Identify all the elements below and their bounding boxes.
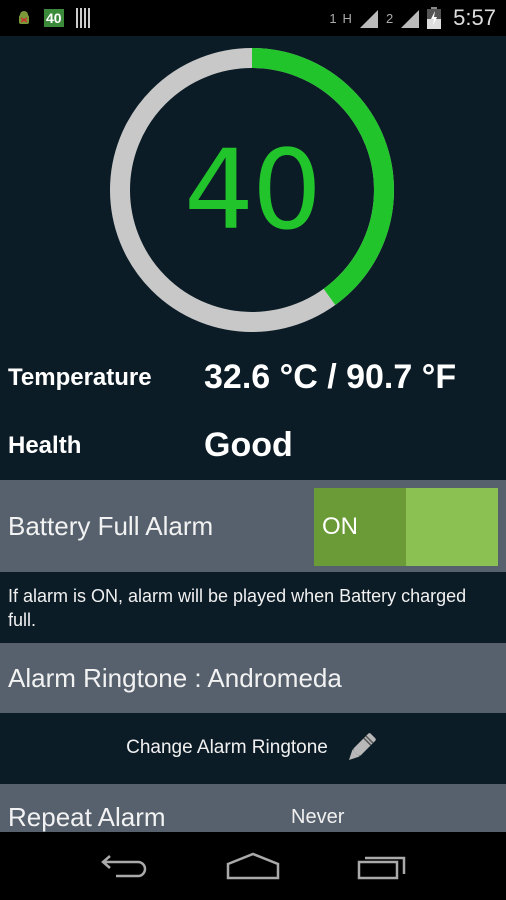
clock: 5:57: [453, 5, 496, 30]
home-icon: [226, 852, 280, 880]
battery-full-alarm-row: Battery Full Alarm ON: [0, 480, 506, 572]
change-ringtone-button[interactable]: Change Alarm Ringtone: [0, 713, 506, 783]
alarm-description: If alarm is ON, alarm will be played whe…: [8, 586, 467, 630]
back-button[interactable]: [94, 846, 154, 886]
home-button[interactable]: [223, 846, 283, 886]
recents-icon: [357, 856, 405, 880]
toggle-thumb[interactable]: [406, 488, 498, 566]
health-row: Health Good: [8, 426, 293, 465]
health-label: Health: [8, 431, 82, 459]
repeat-alarm-label: Repeat Alarm: [8, 802, 166, 832]
battery-level-value: 40: [184, 126, 322, 254]
alarm-ringtone-row: Alarm Ringtone : Andromeda: [0, 643, 506, 713]
repeat-alarm-value[interactable]: Never: [291, 806, 344, 829]
health-value: Good: [204, 426, 293, 464]
alarm-toggle[interactable]: ON: [314, 488, 498, 566]
temperature-value: 32.6 °C / 90.7 °F: [204, 358, 457, 396]
navigation-bar: [0, 832, 506, 900]
signal-icon: [401, 10, 420, 28]
toggle-state-label: ON: [314, 488, 406, 566]
android-debug-icon: [19, 11, 29, 24]
back-icon: [101, 855, 147, 878]
change-ringtone-label: Change Alarm Ringtone: [126, 737, 328, 758]
temperature-label: Temperature: [8, 363, 152, 391]
battery-percent-badge: 40: [44, 9, 64, 27]
repeat-alarm-row[interactable]: Repeat Alarm Never: [0, 784, 506, 832]
battery-charging-icon: [427, 7, 442, 29]
signal-icon: [359, 10, 378, 28]
recents-button[interactable]: [352, 846, 412, 886]
battery-screen: 40 Temperature 32.6 °C / 90.7 °F Health …: [0, 36, 506, 832]
sim1-label: 1: [329, 10, 337, 26]
battery-full-alarm-label: Battery Full Alarm: [8, 510, 214, 541]
barcode-icon: [75, 8, 92, 28]
sim2-label: 2: [385, 10, 394, 26]
status-bar: 40 1 H 2 5:57: [0, 0, 506, 36]
temperature-row: Temperature 32.6 °C / 90.7 °F: [8, 358, 456, 397]
network-type-icon: H: [342, 10, 352, 26]
alarm-ringtone-label: Alarm Ringtone : Andromeda: [8, 662, 342, 693]
pencil-icon: [348, 733, 376, 761]
